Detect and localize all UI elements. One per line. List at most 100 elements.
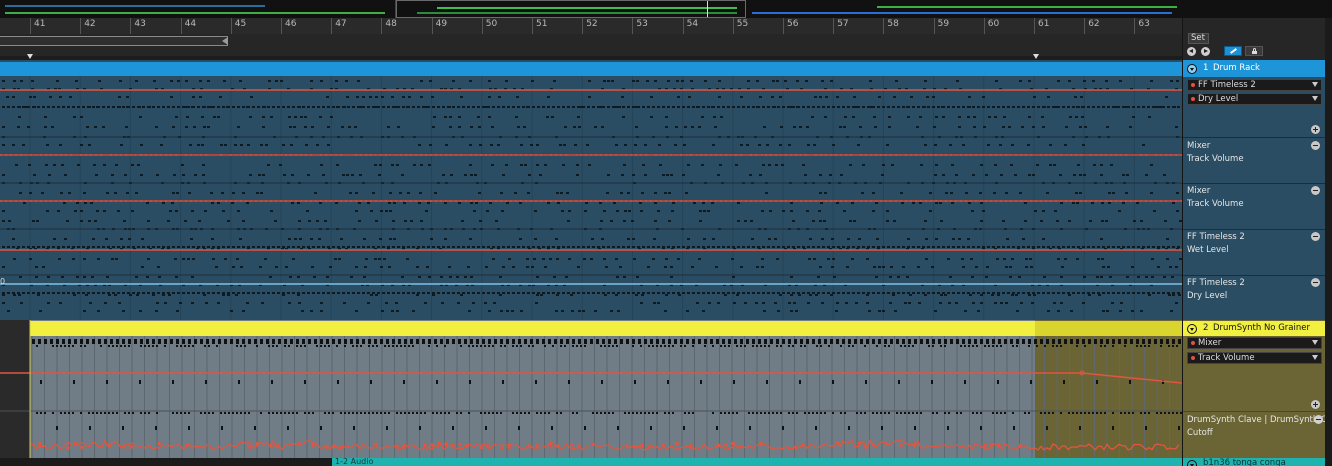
midi-note [576,164,579,166]
midi-note [664,310,667,312]
audio-clip[interactable]: 1-2 Audio [332,457,1182,466]
midi-note [526,258,529,260]
midi-note [684,126,687,128]
midi-note [15,164,18,166]
bar-number: 47 [335,19,347,29]
next-locator-icon[interactable] [1201,47,1210,56]
automation-lane-header[interactable]: FF Timeless 2 Wet Level [1183,230,1325,276]
midi-note [825,96,828,98]
midi-note [607,292,610,294]
loop-end-marker[interactable] [222,37,228,45]
automation-lane-header[interactable]: Mixer Track Volume [1183,184,1325,230]
midi-note [867,106,870,108]
parameter-chooser-track-2[interactable]: Track Volume [1187,352,1322,364]
midi-note [851,258,854,260]
midi-note [678,294,681,296]
add-lane-icon[interactable] [1311,400,1320,409]
midi-note [586,144,589,146]
automation-lane-header[interactable]: Mixer Track Volume [1183,138,1325,184]
track-2-arrangement[interactable] [0,320,1182,458]
midi-note [500,310,503,312]
fold-track-3-icon[interactable] [1187,460,1197,466]
lock-envelopes-icon[interactable] [1245,46,1263,56]
midi-note [177,292,180,294]
loop-bar[interactable] [0,34,1182,60]
midi-note [592,412,594,414]
midi-note [139,310,142,312]
midi-note [807,144,810,146]
midi-note [355,210,358,212]
track-1-arrangement[interactable]: 0 [0,60,1182,320]
midi-note [636,412,638,414]
track-3-arrangement[interactable]: 1-2 Audio [0,457,1182,466]
midi-note [202,164,205,166]
automation-lane-header[interactable]: DrumSynth Clave | DrumSynth C Cutoff [1183,412,1325,458]
arrangement-overview[interactable] [0,0,1332,18]
midi-note [1131,310,1134,312]
midi-note [192,246,195,248]
remove-lane-icon[interactable] [1311,232,1320,241]
midi-note [662,106,665,108]
remove-lane-icon[interactable] [1311,278,1320,287]
midi-note [404,339,407,344]
midi-note [1015,294,1018,296]
midi-note [767,246,770,248]
midi-note [872,192,875,194]
add-lane-icon[interactable] [1311,125,1320,134]
device-chooser-track-1[interactable]: FF Timeless 2 [1187,79,1322,91]
start-marker[interactable] [27,54,33,59]
midi-note [184,220,187,222]
midi-note [288,116,291,118]
midi-note [169,210,172,212]
track-2-title-bar[interactable]: 2 DrumSynth No Grainer [1183,321,1325,336]
track-1-title-bar[interactable]: 1 Drum Rack [1183,60,1325,77]
midi-note [1042,292,1045,294]
bar-tick [1084,18,1086,34]
midi-note [691,266,694,268]
midi-note [380,412,382,414]
midi-note [193,126,196,128]
punch-marker[interactable] [1033,54,1039,59]
midi-note [37,246,40,248]
midi-note [386,426,388,430]
remove-lane-icon[interactable] [1311,186,1320,195]
fold-track-1-icon[interactable] [1187,64,1197,74]
midi-note [188,192,191,194]
fold-track-2-icon[interactable] [1187,324,1197,334]
midi-note [656,345,658,347]
track-3-header[interactable]: b1n36 tonga conga [1182,458,1325,466]
midi-note [712,238,715,240]
midi-note [42,292,45,294]
bar-number: 42 [84,19,96,29]
track-2-clip-area[interactable] [0,320,1182,458]
midi-note [1018,276,1021,278]
midi-note [847,246,850,248]
set-locator-button[interactable]: Set [1188,33,1209,44]
remove-lane-icon[interactable] [1311,141,1320,150]
midi-note [1160,339,1163,344]
draw-mode-pencil-icon[interactable] [1224,46,1242,56]
track-1-clip-area[interactable] [0,60,1182,320]
device-chooser-track-2[interactable]: Mixer [1187,337,1322,349]
midi-note [260,144,263,146]
midi-note [682,174,685,176]
parameter-chooser-track-1[interactable]: Dry Level [1187,93,1322,105]
midi-note [866,258,869,260]
overview-visible-range[interactable] [396,0,746,18]
beat-time-ruler[interactable]: 41 42 43 44 45 46 47 48 49 50 51 52 53 54 55 56 57 58 59 60… [0,18,1182,35]
midi-note [917,292,920,294]
automation-lane-header[interactable]: FF Timeless 2 Dry Level [1183,276,1325,320]
midi-note [215,266,218,268]
midi-note [827,106,830,108]
midi-note [170,96,173,98]
track-2-header[interactable]: 2 DrumSynth No Grainer Mixer Track Volum… [1182,320,1325,458]
loop-brace[interactable] [0,36,228,46]
midi-note [397,106,400,108]
remove-lane-icon[interactable] [1314,415,1323,424]
track-1-header[interactable]: 1 Drum Rack FF Timeless 2 Dry Level Mixe… [1182,60,1325,320]
midi-note [35,276,38,278]
previous-locator-icon[interactable] [1187,47,1196,56]
midi-note [116,345,118,347]
midi-note [212,246,215,248]
midi-note [802,106,805,108]
